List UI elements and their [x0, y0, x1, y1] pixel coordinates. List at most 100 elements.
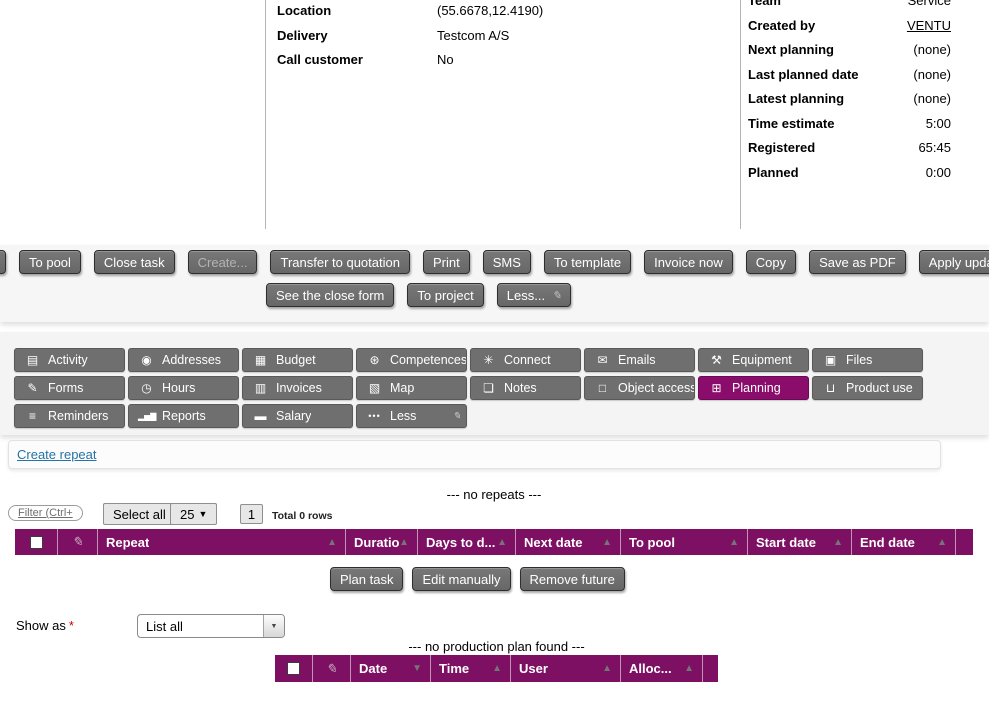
- tab-planning[interactable]: ⊞ Planning: [698, 376, 809, 400]
- tab-invoices[interactable]: ▥ Invoices: [242, 376, 353, 400]
- tab-activity[interactable]: ▤ Activity: [14, 348, 125, 372]
- tab-reports[interactable]: ▂▅▇ Reports: [128, 404, 239, 428]
- tab-forms[interactable]: ✎ Forms: [14, 376, 125, 400]
- column-header-date[interactable]: Date ▼: [350, 655, 430, 682]
- create-repeat-link[interactable]: Create repeat: [17, 447, 97, 462]
- column-header-end-date[interactable]: End date ▲: [851, 529, 955, 555]
- tab-budget[interactable]: ▦ Budget: [242, 348, 353, 372]
- tab-product-use[interactable]: ⊔ Product use: [812, 376, 923, 400]
- sort-asc-icon[interactable]: ▲: [327, 537, 337, 548]
- sort-asc-icon[interactable]: ▲: [492, 663, 502, 674]
- edit-manually-button[interactable]: Edit manually: [412, 567, 510, 591]
- tab-files[interactable]: ▣ Files: [812, 348, 923, 372]
- transfer-to-quotation-button[interactable]: Transfer to quotation: [270, 250, 409, 274]
- tab-map[interactable]: ▧ Map: [356, 376, 467, 400]
- less-button[interactable]: Less... ✎: [497, 283, 572, 307]
- tab-label: Equipment: [732, 353, 792, 367]
- key-circle-icon: ⊛: [366, 353, 383, 367]
- sort-asc-icon[interactable]: ▲: [729, 537, 739, 548]
- tab-reminders[interactable]: ≡ Reminders: [14, 404, 125, 428]
- to-pool-button[interactable]: To pool: [19, 250, 81, 274]
- clipped-button[interactable]: [0, 250, 6, 274]
- tab-equipment[interactable]: ⚒ Equipment: [698, 348, 809, 372]
- sort-asc-icon[interactable]: ▲: [937, 537, 947, 548]
- sort-asc-icon[interactable]: ▲: [399, 537, 409, 548]
- info-value: 65:45: [918, 140, 951, 155]
- sms-button[interactable]: SMS: [483, 250, 531, 274]
- filter-shortcut-pill[interactable]: Filter (Ctrl+: [8, 505, 83, 521]
- tab-label: Reminders: [48, 409, 108, 423]
- column-header-repeat[interactable]: Repeat ▲: [97, 529, 345, 555]
- calculator-icon: ▦: [252, 353, 269, 367]
- tab-label: Connect: [504, 353, 551, 367]
- sort-asc-icon[interactable]: ▲: [602, 537, 612, 548]
- tab-hours[interactable]: ◷ Hours: [128, 376, 239, 400]
- repeat-action-buttons: Plan task Edit manually Remove future: [330, 567, 625, 591]
- select-all-button[interactable]: Select all: [103, 503, 176, 525]
- info-row-created-by: Created by VENTU: [748, 18, 951, 43]
- tab-addresses[interactable]: ◉ Addresses: [128, 348, 239, 372]
- sort-asc-icon[interactable]: ▲: [684, 663, 694, 674]
- tab-emails[interactable]: ✉ Emails: [584, 348, 695, 372]
- tab-connect[interactable]: ✳ Connect: [470, 348, 581, 372]
- column-label: Repeat: [106, 535, 149, 550]
- select-arrow-box[interactable]: ▼: [263, 615, 284, 637]
- vertical-divider: [265, 0, 266, 229]
- tab-label: Less: [390, 409, 416, 423]
- tab-label: Planning: [732, 381, 781, 395]
- chevron-down-icon: ▼: [271, 623, 278, 630]
- tab-competences[interactable]: ⊛ Competences: [356, 348, 467, 372]
- sort-asc-icon[interactable]: ▲: [833, 537, 843, 548]
- show-as-select[interactable]: List all ▼: [137, 614, 285, 638]
- total-rows-text: Total 0 rows: [272, 510, 332, 522]
- to-project-button[interactable]: To project: [407, 283, 483, 307]
- vertical-divider: [740, 0, 741, 229]
- tab-less[interactable]: ••• Less ✎: [356, 404, 467, 428]
- create-repeat-box: Create repeat: [8, 440, 941, 469]
- see-close-form-button[interactable]: See the close form: [266, 283, 394, 307]
- map-pin-icon: ◉: [138, 353, 155, 367]
- column-header-days-to-deadline[interactable]: Days to d... ▲: [417, 529, 515, 555]
- copy-button[interactable]: Copy: [746, 250, 796, 274]
- column-header-duration[interactable]: Duration ▲: [345, 529, 417, 555]
- tab-notes[interactable]: ❏ Notes: [470, 376, 581, 400]
- print-button[interactable]: Print: [423, 250, 470, 274]
- tab-object-access[interactable]: □ Object access: [584, 376, 695, 400]
- info-label: Time estimate: [748, 116, 834, 131]
- apply-update-filter-button[interactable]: Apply update filte: [919, 250, 989, 274]
- info-row-team: Team Service: [748, 0, 951, 18]
- tab-salary[interactable]: ▬ Salary: [242, 404, 353, 428]
- created-by-user-link[interactable]: VENTU: [907, 18, 951, 33]
- column-header-allocated[interactable]: Alloc... ▲: [620, 655, 702, 682]
- page-1-button[interactable]: 1: [240, 504, 263, 524]
- column-header-time[interactable]: Time ▲: [430, 655, 510, 682]
- no-production-plan-text: --- no production plan found ---: [275, 639, 718, 654]
- column-label: User: [519, 661, 548, 676]
- required-mark: *: [69, 618, 74, 633]
- plan-task-button[interactable]: Plan task: [330, 567, 403, 591]
- column-header-to-pool[interactable]: To pool ▲: [620, 529, 747, 555]
- create-button[interactable]: Create...: [188, 250, 258, 274]
- to-template-button[interactable]: To template: [544, 250, 631, 274]
- info-value: No: [437, 52, 454, 67]
- select-all-checkbox[interactable]: [287, 662, 300, 675]
- column-header-next-date[interactable]: Next date ▲: [515, 529, 620, 555]
- info-label: Call customer: [277, 52, 437, 67]
- production-table-header: ✎ Date ▼ Time ▲ User ▲ Alloc... ▲: [275, 655, 718, 682]
- sort-desc-icon[interactable]: ▼: [412, 663, 422, 674]
- page-size-button[interactable]: 25 ▼: [170, 503, 217, 525]
- save-as-pdf-button[interactable]: Save as PDF: [809, 250, 906, 274]
- select-all-checkbox-cell: [15, 529, 57, 555]
- invoice-now-button[interactable]: Invoice now: [644, 250, 733, 274]
- edit-column-cell: ✎: [57, 529, 97, 555]
- sort-asc-icon[interactable]: ▲: [602, 663, 612, 674]
- column-header-start-date[interactable]: Start date ▲: [747, 529, 851, 555]
- select-all-checkbox[interactable]: [30, 536, 43, 549]
- tools-icon: ⚒: [708, 353, 725, 367]
- column-header-user[interactable]: User ▲: [510, 655, 620, 682]
- sort-asc-icon[interactable]: ▲: [497, 537, 507, 548]
- remove-future-button[interactable]: Remove future: [520, 567, 625, 591]
- show-as-label: Show as*: [16, 618, 74, 633]
- no-repeats-text: --- no repeats ---: [15, 487, 973, 502]
- close-task-button[interactable]: Close task: [94, 250, 175, 274]
